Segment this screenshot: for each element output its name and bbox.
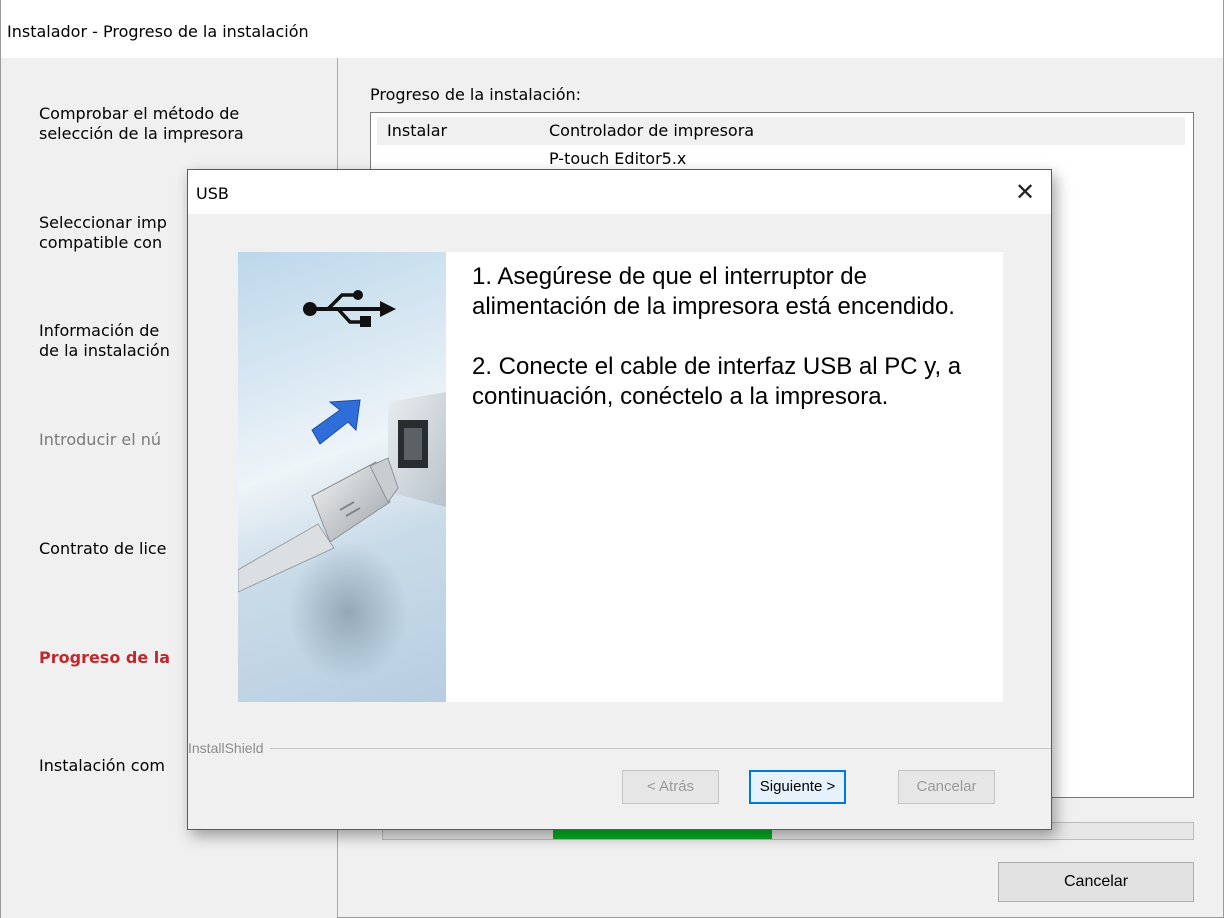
- installshield-brand: InstallShield: [188, 740, 270, 756]
- list-item: Instalar Controlador de impresora: [377, 117, 1185, 145]
- progress-label: Progreso de la instalación:: [370, 85, 582, 104]
- usb-symbol-icon: [303, 290, 396, 327]
- next-button[interactable]: Siguiente >: [749, 770, 846, 804]
- dialog-cancel-button[interactable]: Cancelar: [898, 770, 995, 804]
- usb-illustration: [238, 252, 446, 702]
- back-button[interactable]: < Atrás: [622, 770, 719, 804]
- instruction-power-on: 1. Asegúrese de que el interruptor de al…: [472, 263, 955, 320]
- list-item-name: Controlador de impresora: [549, 121, 755, 140]
- cancel-button[interactable]: Cancelar: [998, 862, 1194, 902]
- dialog-title: USB: [196, 184, 229, 203]
- dialog-content: 1. Asegúrese de que el interruptor de al…: [238, 252, 1003, 702]
- window-title: Instalador - Progreso de la instalación: [7, 22, 309, 41]
- usb-illustration-graphic: [238, 290, 446, 682]
- separator-rule: [188, 748, 1051, 749]
- usb-instructions: 1. Asegúrese de que el interruptor de al…: [472, 262, 992, 442]
- installshield-separator: InstallShield: [188, 740, 1051, 756]
- usb-dialog: USB ✕ 1. Asegúrese de que el interruptor…: [187, 169, 1052, 830]
- step-check-selection-method: Comprobar el método de selección de la i…: [39, 104, 244, 143]
- insert-arrow-icon: [311, 399, 361, 445]
- instruction-connect-cable: 2. Conecte el cable de interfaz USB al P…: [472, 353, 962, 410]
- dialog-titlebar: USB ✕: [188, 170, 1051, 214]
- window-titlebar: Instalador - Progreso de la instalación: [1, 0, 1223, 58]
- close-icon[interactable]: ✕: [1011, 178, 1039, 206]
- list-item-action: Instalar: [387, 121, 448, 140]
